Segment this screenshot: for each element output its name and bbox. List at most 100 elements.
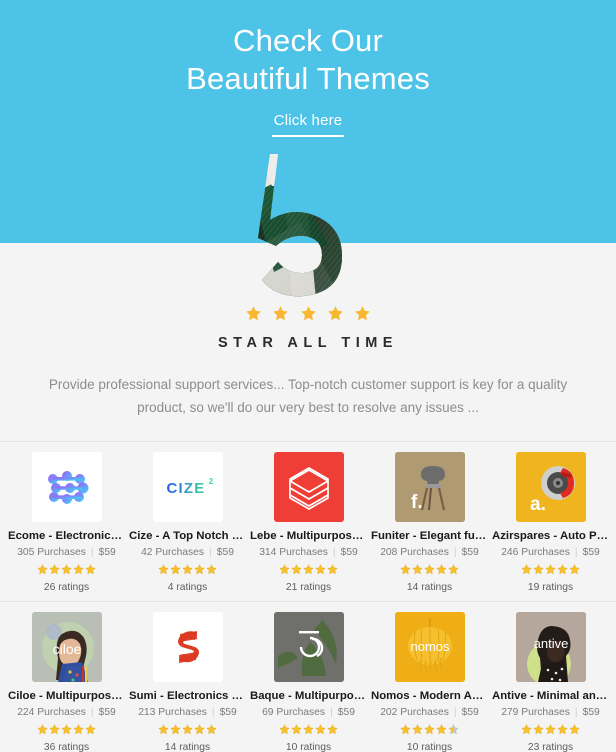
- product-card[interactable]: f. Funiter - Elegant furni... 208 Purchase…: [369, 452, 490, 593]
- product-title[interactable]: Antive - Minimal and ...: [492, 690, 609, 702]
- product-card[interactable]: a. Azirspares - Auto Part... 246 Purchases…: [490, 452, 611, 593]
- cta-wrapper: Click here: [272, 112, 344, 137]
- review-heading: STAR ALL TIME: [218, 335, 398, 351]
- product-thumbnail[interactable]: CIZE 2: [152, 452, 223, 522]
- product-ratings-count: 36 ratings: [43, 742, 90, 752]
- product-thumbnail[interactable]: f.: [394, 452, 465, 522]
- product-card[interactable]: antive Antive - Minimal and ... 279 Purcha…: [490, 612, 611, 752]
- meta-divider: |: [574, 547, 578, 558]
- star-icon: [569, 564, 580, 575]
- star-icon: [328, 306, 343, 321]
- star-half-icon: [448, 724, 459, 735]
- product-price: $59: [582, 547, 600, 558]
- hero-banner: Check Our Beautiful Themes Click here: [0, 0, 616, 243]
- star-icon: [194, 724, 205, 735]
- product-title[interactable]: Funiter - Elegant furni...: [371, 530, 488, 542]
- meta-divider: |: [453, 547, 457, 558]
- product-thumbnail[interactable]: antive: [515, 612, 586, 682]
- star-icon: [303, 724, 314, 735]
- product-ratings-count: 14 ratings: [164, 742, 211, 752]
- star-icon: [315, 564, 326, 575]
- product-card[interactable]: Lebe - Multipurpose ... 314 Purchases | $59…: [248, 452, 369, 593]
- purchase-count: 69 Purchases: [262, 707, 326, 718]
- star-icon: [533, 564, 544, 575]
- product-title[interactable]: Baque - Multipurpose ...: [250, 690, 367, 702]
- product-ratings-count: 21 ratings: [285, 582, 332, 593]
- product-meta: 314 Purchases | $59: [250, 547, 367, 558]
- star-icon: [521, 724, 532, 735]
- product-meta: 213 Purchases | $59: [129, 707, 246, 718]
- cta-underline: [272, 135, 344, 137]
- product-meta: 42 Purchases | $59: [129, 547, 246, 558]
- product-title[interactable]: Azirspares - Auto Part...: [492, 530, 609, 542]
- svg-text:a.: a.: [530, 494, 546, 515]
- star-icon: [436, 724, 447, 735]
- product-thumbnail[interactable]: ciloe: [31, 612, 102, 682]
- star-icon: [85, 564, 96, 575]
- promo-page: Check Our Beautiful Themes Click here ST…: [0, 0, 616, 752]
- product-title[interactable]: Ecome - Electronics S...: [8, 530, 125, 542]
- product-card[interactable]: Baque - Multipurpose ... 69 Purchases | $59…: [248, 612, 369, 752]
- star-icon: [170, 564, 181, 575]
- star-icon: [569, 724, 580, 735]
- meta-divider: |: [90, 547, 94, 558]
- product-card[interactable]: Sumi - Electronics Wo... 213 Purchases | $5…: [127, 612, 248, 752]
- purchase-count: 208 Purchases: [380, 547, 449, 558]
- purchase-count: 42 Purchases: [141, 547, 205, 558]
- star-icon: [273, 306, 288, 321]
- meta-divider: |: [211, 707, 215, 718]
- meta-divider: |: [90, 707, 94, 718]
- product-price: $59: [461, 547, 479, 558]
- product-thumbnail[interactable]: [273, 452, 344, 522]
- star-icon: [37, 564, 48, 575]
- svg-text:antive: antive: [533, 636, 568, 651]
- star-icon: [448, 564, 459, 575]
- purchase-count: 213 Purchases: [138, 707, 207, 718]
- product-title[interactable]: Lebe - Multipurpose ...: [250, 530, 367, 542]
- product-rating-stars: [371, 722, 488, 738]
- hero-title-line-1: Check Our: [233, 23, 383, 58]
- star-icon: [300, 306, 316, 321]
- review-description: Provide professional support services...…: [38, 373, 578, 419]
- product-card[interactable]: CIZE 2 Cize - A Top Notch Th... 42 Purchase…: [127, 452, 248, 593]
- product-ratings-count: 19 ratings: [527, 582, 574, 593]
- product-grid: Ecome - Electronics S... 305 Purchases | $5…: [0, 441, 616, 752]
- product-card[interactable]: Ecome - Electronics S... 305 Purchases | $5…: [6, 452, 127, 593]
- product-thumbnail[interactable]: [152, 612, 223, 682]
- star-icon: [400, 564, 411, 575]
- purchase-count: 279 Purchases: [501, 707, 570, 718]
- star-icon: [245, 306, 261, 321]
- product-card[interactable]: ciloe Ciloe - Multipurpose ... 224 Purchas…: [6, 612, 127, 752]
- click-here-button[interactable]: Click here: [274, 112, 343, 135]
- star-icon: [412, 724, 423, 735]
- product-price: $59: [216, 547, 234, 558]
- product-rating-stars: [129, 722, 246, 738]
- star-icon: [182, 724, 193, 735]
- star-icon: [85, 724, 96, 735]
- product-rating-stars: [371, 562, 488, 578]
- product-card[interactable]: nomos Nomos - Modern AJA... 202 Purchases |…: [369, 612, 490, 752]
- product-title[interactable]: Sumi - Electronics Wo...: [129, 690, 246, 702]
- star-icon: [291, 564, 302, 575]
- purchase-count: 305 Purchases: [17, 547, 86, 558]
- purchase-count: 314 Purchases: [259, 547, 328, 558]
- star-icon: [303, 564, 314, 575]
- star-icon: [424, 724, 435, 735]
- star-icon: [170, 724, 181, 735]
- star-icon: [49, 724, 60, 735]
- meta-divider: |: [453, 707, 457, 718]
- star-icon: [279, 724, 290, 735]
- svg-text:CIZE: CIZE: [166, 480, 205, 497]
- product-ratings-count: 23 ratings: [527, 742, 574, 752]
- review-description-line-2: product, so we'll do our very best to re…: [137, 400, 479, 415]
- product-ratings-count: 10 ratings: [406, 742, 453, 752]
- product-title[interactable]: Cize - A Top Notch Th...: [129, 530, 246, 542]
- product-title[interactable]: Nomos - Modern AJA...: [371, 690, 488, 702]
- product-thumbnail[interactable]: a.: [515, 452, 586, 522]
- product-thumbnail[interactable]: [273, 612, 344, 682]
- star-icon: [158, 564, 169, 575]
- product-thumbnail[interactable]: [31, 452, 102, 522]
- star-icon: [327, 564, 338, 575]
- product-title[interactable]: Ciloe - Multipurpose ...: [8, 690, 125, 702]
- product-thumbnail[interactable]: nomos: [394, 612, 465, 682]
